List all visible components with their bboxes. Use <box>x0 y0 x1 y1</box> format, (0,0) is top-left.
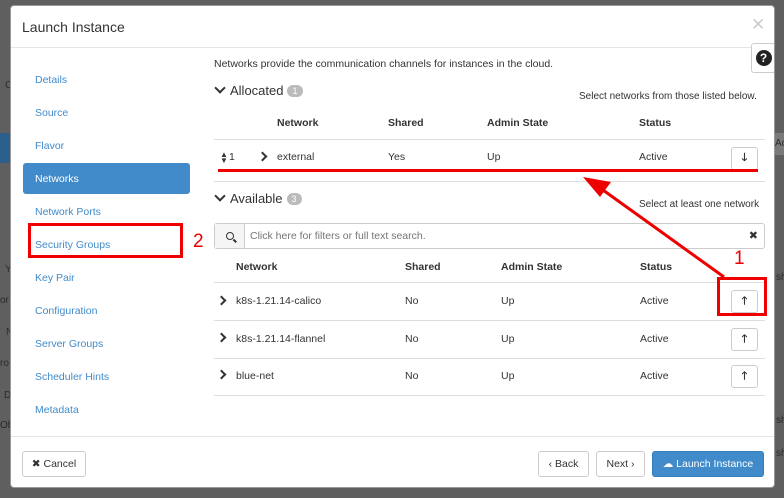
annotation-arrow-shaft <box>595 183 725 279</box>
annotation-arrow <box>583 177 725 279</box>
